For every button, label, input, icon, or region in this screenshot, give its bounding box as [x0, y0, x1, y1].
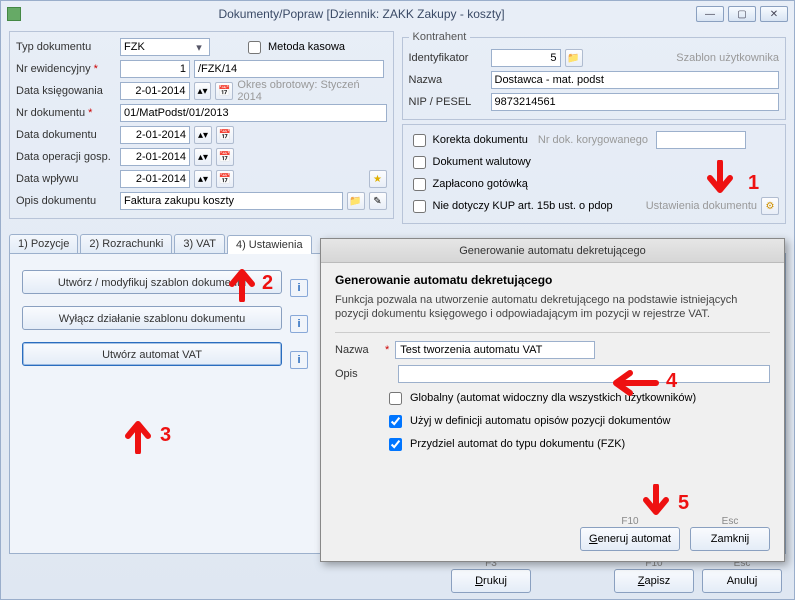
tab-ustawienia[interactable]: 4) Ustawienia: [227, 235, 312, 254]
star-icon[interactable]: ★: [369, 170, 387, 188]
spinner-icon[interactable]: ▴▾: [194, 126, 212, 144]
titlebar: Dokumenty/Popraw [Dziennik: ZAKK Zakupy …: [1, 1, 794, 27]
folder-icon[interactable]: 📁: [565, 49, 583, 67]
chk-opis[interactable]: Użyj w definicji automatu opisów pozycji…: [385, 412, 770, 431]
gotowka-checkbox[interactable]: Zapłacono gotówką: [409, 175, 528, 194]
nr-dok-input[interactable]: [120, 104, 387, 122]
tab-rozrachunki[interactable]: 2) Rozrachunki: [80, 234, 172, 253]
data-wplywu-input[interactable]: [120, 170, 190, 188]
dlg-opis-label: Opis: [335, 368, 379, 380]
spinner-icon[interactable]: ▴▾: [194, 148, 212, 166]
close-button[interactable]: ✕: [760, 6, 788, 22]
data-dok-input[interactable]: [120, 126, 190, 144]
calendar-icon[interactable]: 📅: [216, 170, 234, 188]
okres-hint: Okres obrotowy: Styczeń 2014: [237, 79, 386, 103]
nr-koryg-label: Nr dok. korygowanego: [538, 134, 648, 146]
ident-input[interactable]: [491, 49, 561, 67]
data-dok-label: Data dokumentu: [16, 129, 116, 141]
szablon-user-label[interactable]: Szablon użytkownika: [676, 52, 779, 64]
data-ksieg-label: Data księgowania: [16, 85, 116, 97]
folder-icon[interactable]: 📁: [347, 192, 365, 210]
tab-vat[interactable]: 3) VAT: [174, 234, 225, 253]
info-icon[interactable]: i: [290, 279, 308, 297]
korekta-checkbox[interactable]: Korekta dokumentu: [409, 131, 528, 150]
nr-ewid-input[interactable]: [120, 60, 190, 78]
info-icon[interactable]: i: [290, 351, 308, 369]
dialog-heading: Generowanie automatu dekretującego: [335, 273, 770, 287]
typ-dokumentu-select[interactable]: FZK ▾: [120, 38, 210, 56]
nr-ewid-suffix[interactable]: [194, 60, 384, 78]
nie-kup-checkbox[interactable]: Nie dotyczy KUP art. 15b ust. o pdop: [409, 197, 613, 216]
spinner-icon[interactable]: ▴▾: [194, 170, 212, 188]
dialog-title: Generowanie automatu dekretującego: [321, 239, 784, 263]
wylacz-szablon-button[interactable]: Wyłącz działanie szablonu dokumentu: [22, 306, 282, 330]
nazwa-input[interactable]: [491, 71, 780, 89]
maximize-button[interactable]: ▢: [728, 6, 756, 22]
drukuj-button[interactable]: Drukuj: [451, 569, 531, 593]
opis-input[interactable]: [120, 192, 343, 210]
nr-koryg-input[interactable]: [656, 131, 746, 149]
document-group: Typ dokumentu FZK ▾ Metoda kasowa Nr ewi…: [9, 31, 394, 219]
chk-global[interactable]: Globalny (automat widoczny dla wszystkic…: [385, 389, 770, 408]
dlg-nazwa-input[interactable]: [395, 341, 595, 359]
data-oper-input[interactable]: [120, 148, 190, 166]
calendar-icon[interactable]: 📅: [215, 82, 233, 100]
dlg-nazwa-label: Nazwa: [335, 344, 379, 356]
ident-label: Identyfikator: [409, 52, 487, 64]
dlg-opis-input[interactable]: [398, 365, 770, 383]
walutowy-checkbox[interactable]: Dokument walutowy: [409, 153, 531, 172]
kontrahent-group: Kontrahent Identyfikator 📁 Szablon użytk…: [402, 31, 787, 120]
utworz-szablon-button[interactable]: Utwórz / modyfikuj szablon dokumentu: [22, 270, 282, 294]
nr-ewid-label: Nr ewidencyjny *: [16, 63, 116, 75]
gear-icon[interactable]: ⚙: [761, 197, 779, 215]
calendar-icon[interactable]: 📅: [216, 126, 234, 144]
data-ksieg-input[interactable]: [120, 82, 190, 100]
nip-input[interactable]: [491, 93, 780, 111]
zapisz-button[interactable]: Zapisz: [614, 569, 694, 593]
generuj-automat-button[interactable]: Generuj automat: [580, 527, 680, 551]
spinner-icon[interactable]: ▴▾: [194, 82, 212, 100]
footer: F3 Drukuj F10 Zapisz Esc Anuluj: [1, 558, 794, 593]
app-icon: [7, 7, 21, 21]
info-icon[interactable]: i: [290, 315, 308, 333]
ustawienia-button[interactable]: Ustawienia dokumentu: [646, 200, 757, 212]
nr-dok-label: Nr dokumentu *: [16, 107, 116, 119]
automat-dialog: Generowanie automatu dekretującego Gener…: [320, 238, 785, 562]
nazwa-label: Nazwa: [409, 74, 487, 86]
anuluj-button[interactable]: Anuluj: [702, 569, 782, 593]
chevron-down-icon: ▾: [192, 40, 206, 54]
chk-typ[interactable]: Przydziel automat do typu dokumentu (FZK…: [385, 435, 770, 454]
minimize-button[interactable]: —: [696, 6, 724, 22]
opis-label: Opis dokumentu: [16, 195, 116, 207]
options-group: Korekta dokumentu Nr dok. korygowanego D…: [402, 124, 787, 224]
tab-pozycje[interactable]: 1) Pozycje: [9, 234, 78, 253]
nip-label: NIP / PESEL: [409, 96, 487, 108]
zamknij-button[interactable]: Zamknij: [690, 527, 770, 551]
typ-dokumentu-label: Typ dokumentu: [16, 41, 116, 53]
data-wplywu-label: Data wpływu: [16, 173, 116, 185]
calendar-icon[interactable]: 📅: [216, 148, 234, 166]
window-title: Dokumenty/Popraw [Dziennik: ZAKK Zakupy …: [27, 7, 696, 21]
utworz-automat-vat-button[interactable]: Utwórz automat VAT: [22, 342, 282, 366]
edit-icon[interactable]: ✎: [369, 192, 387, 210]
kontrahent-legend: Kontrahent: [409, 31, 471, 43]
metoda-kasowa-checkbox[interactable]: Metoda kasowa: [244, 38, 345, 57]
data-oper-label: Data operacji gosp.: [16, 151, 116, 163]
dialog-desc: Funkcja pozwala na utworzenie automatu d…: [335, 293, 770, 322]
